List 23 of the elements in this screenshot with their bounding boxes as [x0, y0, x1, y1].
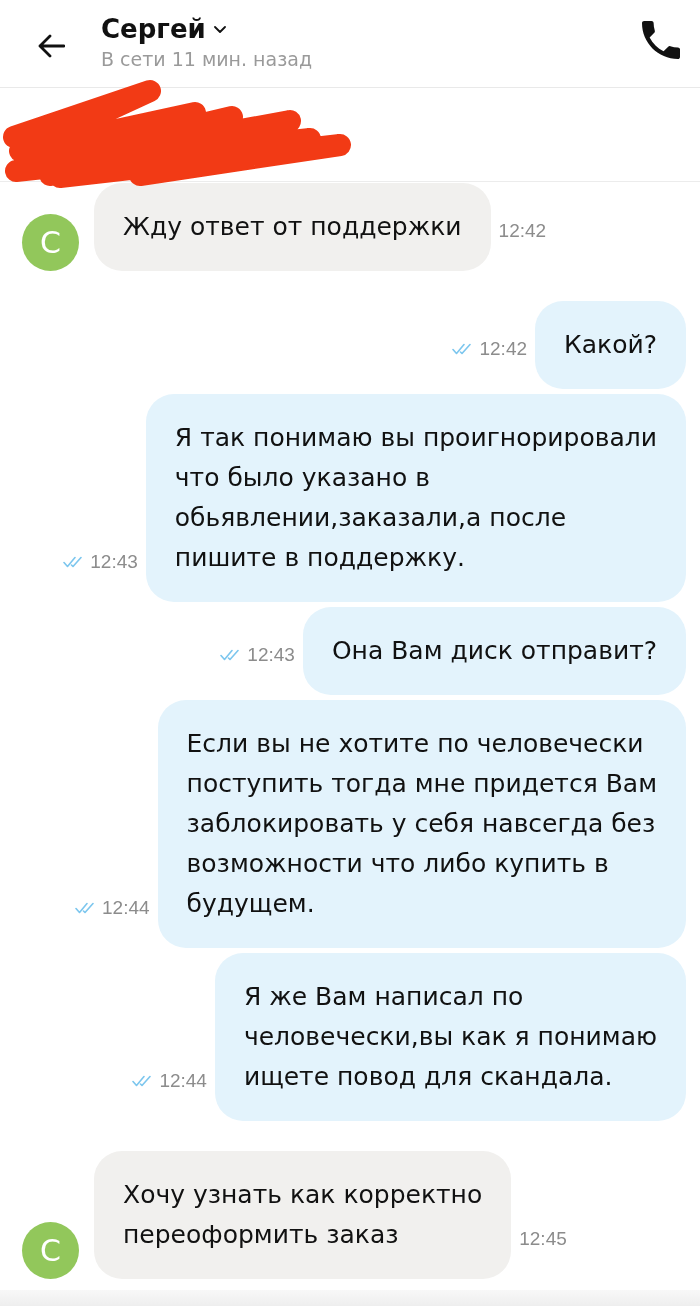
message-bubble: Какой?: [535, 301, 686, 389]
avatar: С: [22, 1222, 79, 1279]
message-bubble: Жду ответ от поддержки: [94, 183, 491, 271]
message-bubble: Хочу узнать как корректно переоформить заказ: [94, 1151, 512, 1279]
message-time: 12:44: [102, 896, 150, 920]
message-time: 12:44: [159, 1069, 207, 1093]
message-time: 12:45: [519, 1227, 567, 1251]
message-time: 12:43: [247, 643, 295, 667]
message-time: 12:42: [479, 337, 527, 361]
back-arrow-icon: [37, 34, 65, 58]
online-status: В сети 11 мин. назад: [101, 47, 312, 72]
contact-name-button[interactable]: Сергей: [101, 12, 226, 46]
message-bubble: Если вы не хотите по человечески поступить тогда мне придется Вам заблокировать у себя навсегда без возможности что либо купить в будущем.: [157, 700, 686, 948]
message-bubble: Я так понимаю вы проигнорировали что было указано в обьявлении,заказали,а после пишите в поддержку.: [145, 394, 686, 602]
chevron-down-icon: [213, 25, 226, 33]
phone-icon: [642, 21, 680, 59]
message-bubble: Она Вам диск отправит?: [302, 607, 686, 695]
back-button[interactable]: [37, 34, 65, 58]
message-bubble: Я же Вам написал по человечески,вы как я понимаю ищете повод для скандала.: [214, 953, 686, 1121]
message-time: 12:43: [90, 550, 138, 574]
message-time: 12:42: [498, 219, 547, 243]
avatar: С: [22, 214, 79, 271]
call-button[interactable]: [642, 21, 680, 59]
